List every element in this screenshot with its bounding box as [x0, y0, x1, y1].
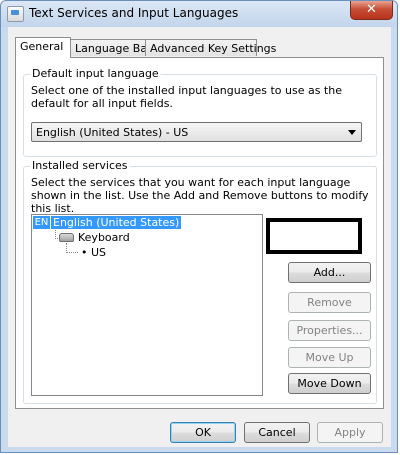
- default-language-group-label: Default input language: [30, 67, 161, 80]
- installed-services-group: Installed services Select the services t…: [23, 159, 377, 404]
- keyboard-icon: [59, 233, 74, 242]
- services-tree[interactable]: EN English (United States) Keyboard • US: [31, 214, 263, 396]
- text-services-icon: [7, 6, 24, 22]
- installed-services-group-label: Installed services: [30, 159, 130, 172]
- default-language-group: Default input language Select one of the…: [23, 67, 377, 157]
- tree-item-keyboard[interactable]: Keyboard: [78, 231, 130, 244]
- add-button-highlight-box: [266, 218, 362, 254]
- ok-button[interactable]: OK: [170, 422, 236, 443]
- tab-advanced-key-settings[interactable]: Advanced Key Settings: [145, 39, 276, 56]
- default-language-selected: English (United States) - US: [36, 126, 189, 139]
- chevron-down-icon: [348, 130, 356, 135]
- tree-item-us[interactable]: US: [91, 246, 106, 259]
- tab-general[interactable]: General: [15, 37, 71, 58]
- move-up-button[interactable]: Move Up: [288, 347, 371, 368]
- close-button[interactable]: ✕: [350, 1, 393, 20]
- installed-services-description: Select the services that you want for ea…: [31, 176, 369, 215]
- language-code-badge[interactable]: EN: [33, 216, 50, 229]
- add-button[interactable]: Add...: [288, 262, 371, 283]
- apply-button[interactable]: Apply: [317, 422, 383, 443]
- move-down-button[interactable]: Move Down: [288, 373, 371, 394]
- tab-language-bar[interactable]: Language Bar: [70, 39, 152, 56]
- default-language-dropdown[interactable]: English (United States) - US: [31, 122, 362, 142]
- tree-connector: [66, 252, 78, 253]
- bullet-icon: •: [81, 246, 88, 259]
- title-bar[interactable]: Text Services and Input Languages ✕: [1, 1, 397, 27]
- window-title: Text Services and Input Languages: [29, 6, 239, 20]
- tree-item-english-united-states[interactable]: English (United States): [51, 216, 182, 229]
- remove-button[interactable]: Remove: [288, 292, 371, 313]
- properties-button[interactable]: Properties...: [288, 320, 371, 341]
- default-language-description: Select one of the installed input langua…: [31, 84, 342, 110]
- cancel-button[interactable]: Cancel: [244, 422, 310, 443]
